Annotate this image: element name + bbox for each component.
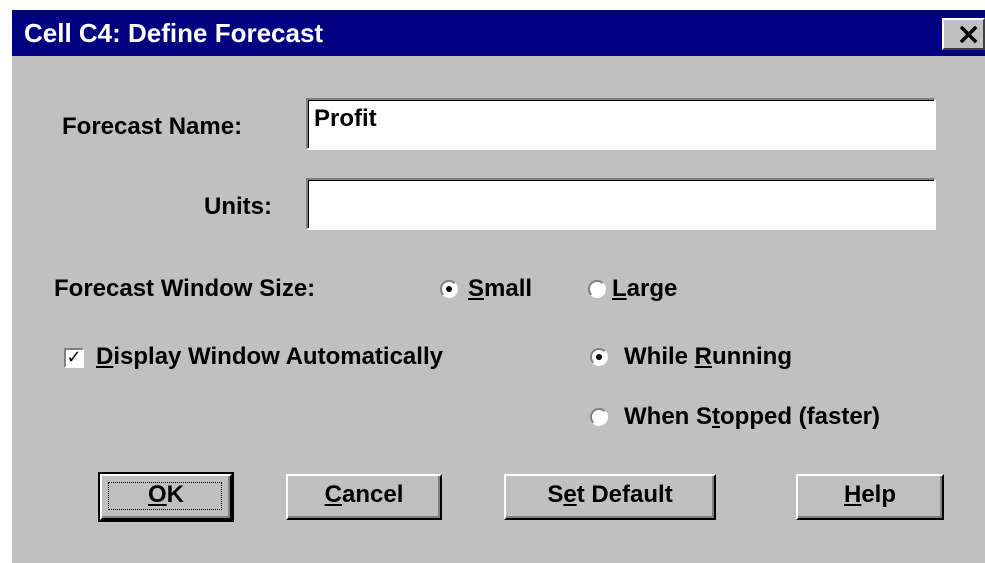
small-radio-label[interactable]: Small	[468, 274, 532, 304]
close-icon: ×	[956, 17, 982, 52]
set-default-button[interactable]: Set Default	[504, 474, 716, 520]
display-window-checkbox[interactable]: ✓	[64, 348, 84, 368]
checkmark-icon: ✓	[66, 347, 82, 368]
forecast-name-field[interactable]: Profit	[306, 98, 936, 150]
define-forecast-dialog: Cell C4: Define Forecast × Forecast Name…	[12, 10, 985, 563]
while-running-label[interactable]: While Running	[624, 342, 792, 372]
cancel-button[interactable]: Cancel	[286, 474, 442, 520]
ok-button[interactable]: OK	[98, 472, 234, 522]
units-label: Units:	[204, 193, 272, 220]
display-window-label[interactable]: Display Window Automatically	[96, 342, 443, 372]
window-title: Cell C4: Define Forecast	[24, 18, 324, 48]
when-stopped-radio[interactable]	[590, 408, 608, 426]
units-field[interactable]	[306, 178, 936, 230]
large-radio[interactable]	[588, 280, 606, 298]
focus-rect	[108, 482, 222, 510]
large-radio-label[interactable]: Large	[612, 274, 677, 304]
while-running-radio[interactable]	[590, 348, 608, 366]
help-button[interactable]: Help	[796, 474, 944, 520]
small-radio[interactable]	[440, 280, 458, 298]
title-bar[interactable]: Cell C4: Define Forecast ×	[12, 10, 985, 56]
when-stopped-label[interactable]: When Stopped (faster)	[624, 402, 880, 432]
window-size-label: Forecast Window Size:	[54, 275, 316, 302]
close-button[interactable]: ×	[942, 17, 985, 52]
forecast-name-label: Forecast Name:	[62, 113, 243, 140]
